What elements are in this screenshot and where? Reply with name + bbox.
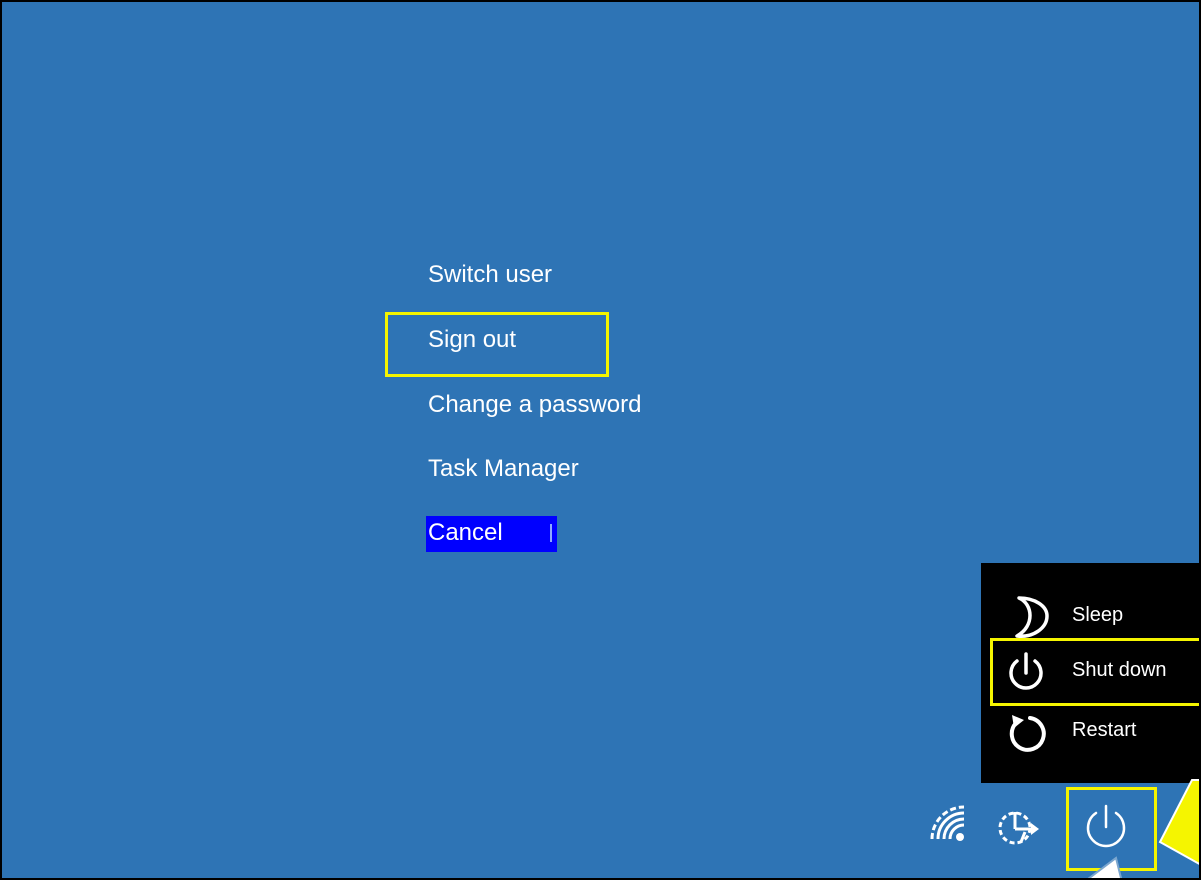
wifi-icon[interactable] xyxy=(926,803,970,847)
power-button-icon[interactable] xyxy=(1079,799,1133,853)
callout-arrow xyxy=(1087,856,1123,878)
sign-out-option[interactable]: Sign out xyxy=(428,323,516,357)
power-icon xyxy=(1009,652,1043,690)
change-password-option[interactable]: Change a password xyxy=(428,388,641,422)
shut-down-label: Shut down xyxy=(1072,659,1167,681)
power-options-menu: Sleep Shut down Restart xyxy=(981,563,1199,783)
cancel-label: Cancel xyxy=(428,519,503,546)
sleep-option[interactable]: Sleep xyxy=(981,588,1199,644)
restart-option[interactable]: Restart xyxy=(981,703,1199,759)
cancel-button[interactable]: Cancel xyxy=(426,516,557,552)
shut-down-option[interactable]: Shut down xyxy=(981,643,1199,699)
sleep-label: Sleep xyxy=(1072,604,1124,626)
task-manager-option[interactable]: Task Manager xyxy=(428,452,579,486)
sleep-icon xyxy=(1015,596,1049,638)
callout-arrow xyxy=(1158,779,1199,865)
restart-icon xyxy=(1009,715,1046,752)
switch-user-option[interactable]: Switch user xyxy=(428,258,552,292)
focus-caret xyxy=(550,524,552,542)
ctrl-alt-del-screen: Switch user Sign out Change a password T… xyxy=(0,0,1201,880)
ease-of-access-icon[interactable] xyxy=(997,804,1041,848)
restart-label: Restart xyxy=(1072,719,1137,741)
